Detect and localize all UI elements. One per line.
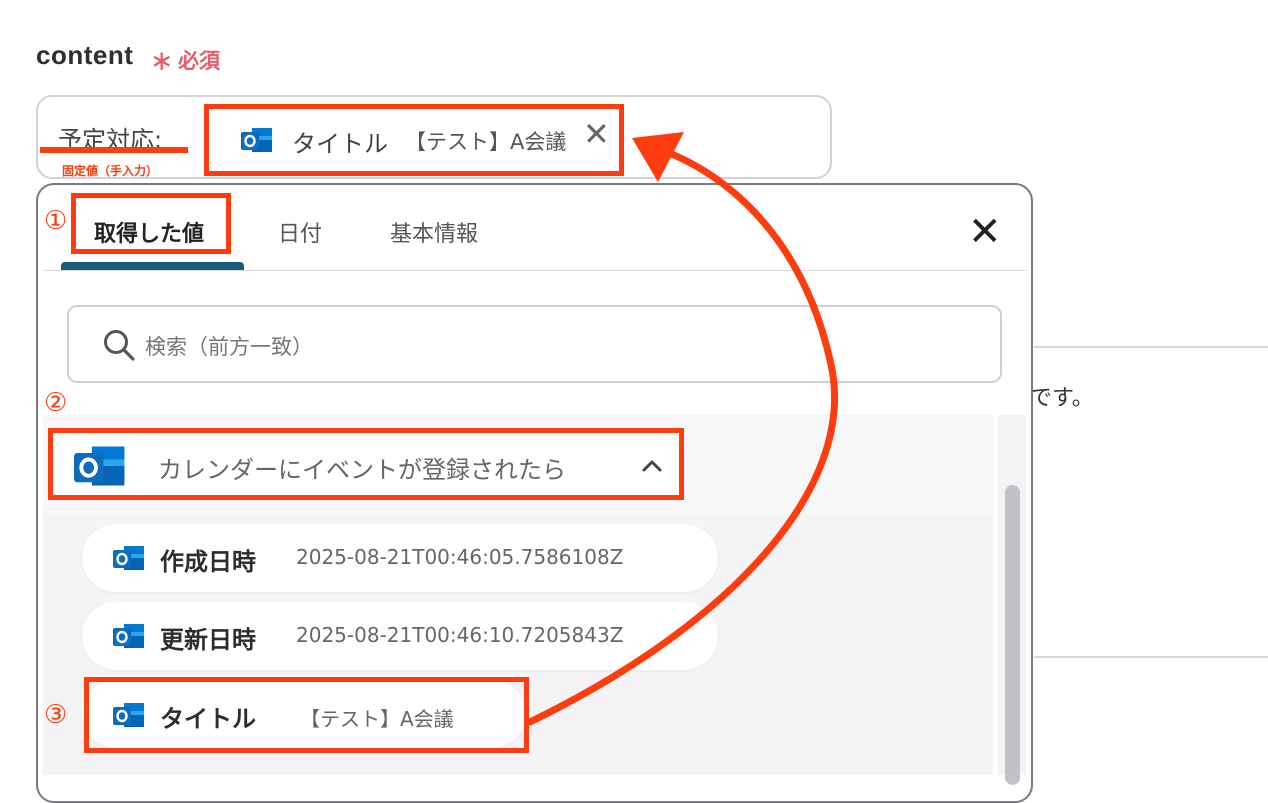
chip-label: タイトル xyxy=(292,130,388,158)
step-number-1: ① xyxy=(44,206,68,236)
item-label: 作成日時 xyxy=(160,548,256,576)
item-value: 【テスト】A会議 xyxy=(300,707,454,731)
background-divider xyxy=(1034,346,1268,348)
outlook-icon xyxy=(112,699,146,735)
group-label: カレンダーにイベントが登録されたら xyxy=(158,456,566,484)
fixed-text-underline xyxy=(40,147,188,153)
chip-value: 【テスト】A会議 xyxy=(405,130,567,154)
search-icon xyxy=(102,328,136,366)
outlook-icon xyxy=(112,620,146,656)
item-label: 更新日時 xyxy=(160,626,256,654)
close-icon[interactable]: ✕ xyxy=(968,212,1002,252)
item-label: タイトル xyxy=(160,705,256,733)
outlook-icon xyxy=(72,440,128,496)
fixed-text-caption: 固定値（手入力） xyxy=(62,164,159,178)
tab-highlight xyxy=(71,193,231,254)
search-placeholder: 検索（前方一致） xyxy=(145,335,313,359)
background-divider xyxy=(1034,656,1268,658)
required-star: ∗ xyxy=(150,44,174,77)
scrollbar-thumb[interactable] xyxy=(1005,485,1020,785)
background-text: です。 xyxy=(1030,386,1094,411)
field-label: content xyxy=(36,40,134,70)
step-number-3: ③ xyxy=(44,700,68,730)
tab-date[interactable]: 日付 xyxy=(278,216,322,248)
item-value: 2025-08-21T00:46:05.7586108Z xyxy=(296,545,624,569)
chip-close-icon[interactable]: ✕ xyxy=(583,118,610,150)
outlook-icon xyxy=(240,124,274,160)
tab-basic-info[interactable]: 基本情報 xyxy=(390,216,478,248)
item-value: 2025-08-21T00:46:10.7205843Z xyxy=(296,623,624,647)
tab-divider xyxy=(43,270,1027,271)
required-text: 必須 xyxy=(178,49,220,73)
step-number-2: ② xyxy=(44,388,68,418)
tab-active-indicator xyxy=(61,262,244,270)
outlook-icon xyxy=(112,542,146,578)
chevron-up-icon[interactable] xyxy=(640,454,664,482)
